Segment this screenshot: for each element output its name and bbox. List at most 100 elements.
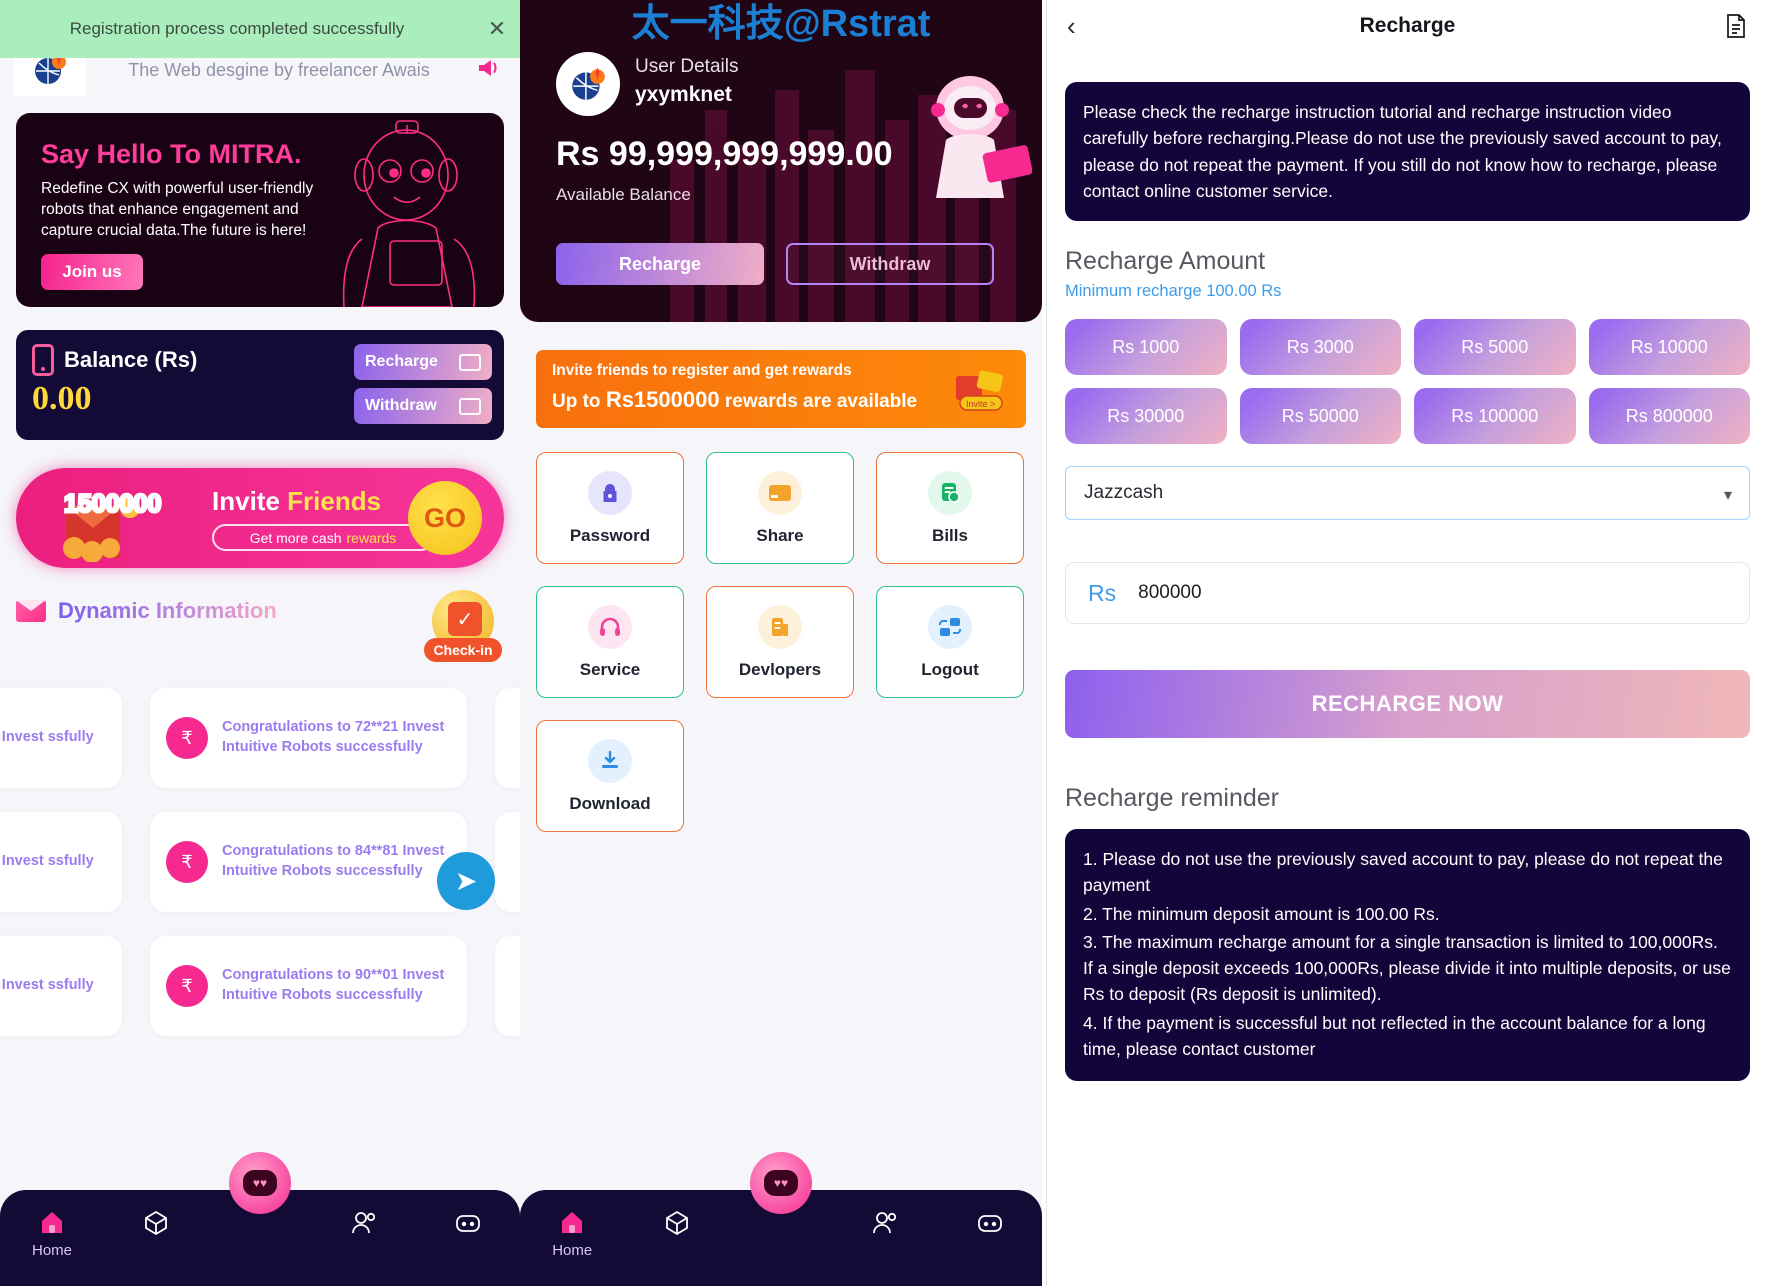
tile-download[interactable]: Download xyxy=(536,720,684,832)
envelope-icon xyxy=(16,600,46,622)
tile-password[interactable]: Password xyxy=(536,452,684,564)
dynamic-information-title: Dynamic Information xyxy=(58,598,277,623)
promo-line-1: Invite friends to register and get rewar… xyxy=(552,362,852,379)
robot-mascot-icon[interactable]: ♥♥ xyxy=(750,1152,813,1214)
invite-go-button[interactable]: GO xyxy=(408,481,482,555)
invite-envelope-icon: Invite > xyxy=(950,366,1012,414)
headset-icon xyxy=(588,604,632,649)
chevron-down-icon: ▾ xyxy=(1723,487,1732,504)
nav-item-team[interactable] xyxy=(833,1190,937,1238)
invite-sub-plain: Get more cash xyxy=(249,529,342,546)
payment-method-value: Jazzcash xyxy=(1084,482,1164,503)
bottom-nav-left: Home ♥♥ xyxy=(0,1152,520,1286)
feed-text: *18 Invest ssfully xyxy=(0,977,94,994)
nav-item-home[interactable]: Home xyxy=(0,1190,104,1259)
amount-chip[interactable]: Rs 100000 xyxy=(1414,388,1576,444)
check-in-label: Check-in xyxy=(424,638,502,662)
check-in-button[interactable]: ✓ Check-in xyxy=(424,582,502,662)
screenshot-root: The Web desgine by freelancer Awais Regi… xyxy=(0,0,1768,1286)
feed-text: Congratulations to 84**81 Invest Intuiti… xyxy=(222,843,445,879)
tile-developers[interactable]: Devlopers xyxy=(706,586,854,698)
hero-withdraw-button[interactable]: Withdraw xyxy=(786,243,994,285)
document-icon[interactable] xyxy=(1718,13,1748,39)
recharge-reminder-title: Recharge reminder xyxy=(1065,784,1279,812)
success-toast: Registration process completed successfu… xyxy=(0,0,520,58)
phone-icon xyxy=(32,344,54,376)
recharge-now-button[interactable]: RECHARGE NOW xyxy=(1065,670,1750,738)
nav-label-home: Home xyxy=(552,1242,593,1259)
currency-label: Rs xyxy=(1088,579,1117,606)
list-item[interactable] xyxy=(495,812,520,912)
robot-outline-illustration-icon xyxy=(328,113,498,307)
amount-chip[interactable]: Rs 10000 xyxy=(1588,319,1750,375)
card-icon xyxy=(459,353,481,371)
recharge-button-label: Recharge xyxy=(365,353,438,370)
bottom-nav-middle: Home ♥♥ xyxy=(520,1152,1042,1286)
invite-title-plain: Invite xyxy=(212,486,288,516)
nav-item-home[interactable]: Home xyxy=(520,1190,624,1259)
calendar-check-icon: ✓ xyxy=(448,602,482,636)
amount-chip[interactable]: Rs 800000 xyxy=(1588,388,1750,444)
withdraw-button[interactable]: Withdraw xyxy=(354,388,492,424)
amount-chip[interactable]: Rs 30000 xyxy=(1065,388,1227,444)
nav-item-chat[interactable] xyxy=(416,1190,520,1238)
list-item[interactable]: ₹ Congratulations to 72**21 Invest Intui… xyxy=(150,688,467,788)
feed-row: *18 Invest ssfully ₹ Congratulations to … xyxy=(0,936,520,1036)
reminder-item: 2. The minimum deposit amount is 100.00 … xyxy=(1083,903,1440,924)
tile-logout[interactable]: Logout xyxy=(876,586,1024,698)
amount-input[interactable]: 800000 xyxy=(1138,582,1201,604)
list-item[interactable]: *25 Invest ssfully xyxy=(0,812,122,912)
telegram-icon[interactable]: ➤ xyxy=(437,852,495,910)
feed-row: *65 Invest ssfully ₹ Congratulations to … xyxy=(0,688,520,788)
list-item[interactable]: ₹ Congratulations to 90**01 Invest Intui… xyxy=(150,936,467,1036)
amount-chip[interactable]: Rs 50000 xyxy=(1239,388,1401,444)
tile-label: Service xyxy=(579,659,641,679)
recharge-reminder-box: 1. Please do not use the previously save… xyxy=(1065,829,1750,1081)
speaker-icon[interactable] xyxy=(472,57,506,84)
promo-line2-pre: Up to xyxy=(552,391,606,412)
nav-item-products[interactable] xyxy=(104,1190,208,1238)
amount-chip[interactable]: Rs 1000 xyxy=(1065,319,1227,375)
promo-line-2: Up to Rs1500000 rewards are available xyxy=(552,387,1010,413)
join-us-button[interactable]: Join us xyxy=(41,253,143,290)
marquee-text: The Web desgine by freelancer Awais xyxy=(128,59,430,80)
tile-label: Bills xyxy=(932,525,968,545)
promo-line2-amount: Rs1500000 xyxy=(605,387,720,412)
robot-mascot-icon[interactable]: ♥♥ xyxy=(229,1152,291,1214)
amount-input-row[interactable]: Rs 800000 xyxy=(1065,562,1750,624)
close-icon[interactable]: ✕ xyxy=(474,16,520,42)
amount-chip[interactable]: Rs 3000 xyxy=(1239,319,1401,375)
amount-chip[interactable]: Rs 5000 xyxy=(1414,319,1576,375)
recharge-button[interactable]: Recharge xyxy=(354,344,492,380)
user-details-label: User Details xyxy=(635,56,739,77)
list-item[interactable] xyxy=(495,936,520,1036)
nav-item-mascot[interactable]: ♥♥ xyxy=(208,1152,312,1214)
nav-item-products[interactable] xyxy=(624,1190,728,1238)
invite-friends-banner[interactable]: 1500000 Invite Friends Get more cash rewa… xyxy=(16,468,504,568)
svg-text:Invite >: Invite > xyxy=(966,399,995,409)
tile-share[interactable]: Share xyxy=(706,452,854,564)
robot-illustration-icon xyxy=(912,68,1033,198)
list-item[interactable]: ₹ Congratulations to 84**81 Invest Intui… xyxy=(150,812,467,912)
list-item[interactable] xyxy=(495,688,520,788)
payment-method-select[interactable]: Jazzcash xyxy=(1065,466,1750,520)
wallet-icon: ₹ xyxy=(166,841,208,883)
mitra-heading-plain: Say Hello To xyxy=(41,139,209,169)
list-item[interactable]: *65 Invest ssfully xyxy=(0,688,122,788)
back-chevron-icon[interactable]: ‹ xyxy=(1067,13,1097,39)
nav-item-team[interactable] xyxy=(312,1190,416,1238)
invite-promo-banner[interactable]: Invite friends to register and get rewar… xyxy=(536,350,1026,428)
tile-label: Share xyxy=(756,525,804,545)
feed-text: Congratulations to 72**21 Invest Intuiti… xyxy=(222,719,445,755)
download-icon xyxy=(588,738,632,783)
mitra-heading-accent: MITRA. xyxy=(208,139,302,169)
nav-item-mascot[interactable]: ♥♥ xyxy=(729,1152,833,1214)
hero-recharge-button[interactable]: Recharge xyxy=(556,243,764,285)
page-title: Recharge xyxy=(1359,14,1456,37)
tile-service[interactable]: Service xyxy=(536,586,684,698)
list-item[interactable]: *18 Invest ssfully xyxy=(0,936,122,1036)
nav-item-chat[interactable] xyxy=(938,1190,1042,1238)
toast-message: Registration process completed successfu… xyxy=(69,19,405,38)
tile-bills[interactable]: Bills xyxy=(876,452,1024,564)
balance-card: Balance (Rs) 0.00 Recharge Withdraw xyxy=(16,330,504,440)
